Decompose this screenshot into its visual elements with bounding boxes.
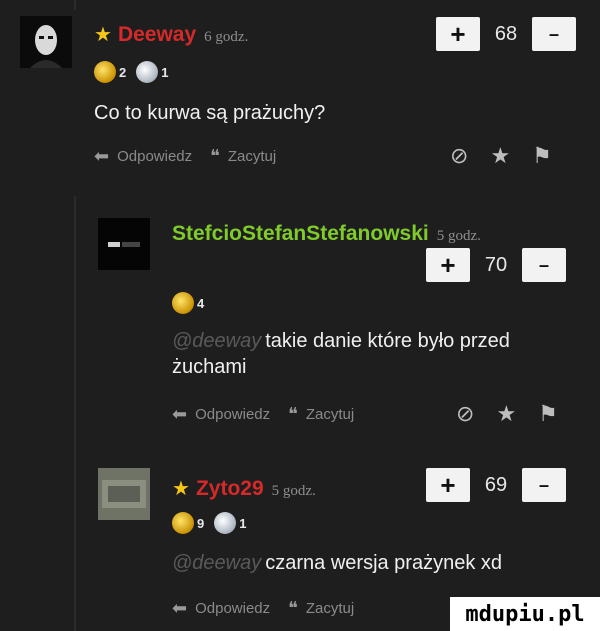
gold-badge: 4 xyxy=(172,292,204,314)
gold-medal-icon xyxy=(172,512,194,534)
upvote-button[interactable]: + xyxy=(426,468,470,502)
timestamp: 6 godz. xyxy=(204,29,249,45)
quote-icon: ❝ xyxy=(288,598,298,618)
comment: StefcioStefanStefanowski 5 godz. + 70 – … xyxy=(0,200,600,440)
silver-badge: 1 xyxy=(136,61,168,83)
comment-header: ★ Zyto29 5 godz. xyxy=(172,476,316,501)
flag-icon[interactable]: ⚑ xyxy=(538,401,558,427)
quote-button[interactable]: ❝ Zacytuj xyxy=(210,146,276,167)
gold-badge: 9 xyxy=(172,512,204,534)
silver-medal-icon xyxy=(214,512,237,534)
reply-button[interactable]: ⬅ Odpowiedz xyxy=(172,404,270,425)
badge-list: 9 1 xyxy=(172,512,256,534)
author-name[interactable]: Zyto29 xyxy=(196,477,264,501)
comment: ★ Deeway 6 godz. + 68 – 2 1 Co to kurwa … xyxy=(0,0,600,200)
vote-control: + 70 – xyxy=(426,248,566,282)
author-name[interactable]: Deeway xyxy=(118,23,196,47)
reply-arrow-icon: ⬅ xyxy=(94,146,110,166)
block-icon[interactable]: ⊘ xyxy=(450,143,468,169)
author-name[interactable]: StefcioStefanStefanowski xyxy=(172,222,429,246)
block-icon[interactable]: ⊘ xyxy=(456,401,474,427)
vote-count: 70 xyxy=(484,253,508,276)
mention[interactable]: @deeway xyxy=(172,330,261,352)
avatar[interactable] xyxy=(20,16,72,68)
silver-badge: 1 xyxy=(214,512,246,534)
vote-control: + 69 – xyxy=(426,468,566,502)
star-icon[interactable]: ★ xyxy=(490,143,510,169)
star-icon: ★ xyxy=(172,478,190,500)
watermark: mdupiu.pl xyxy=(450,597,600,631)
comment-text: @deeway takie danie które było przed żuch… xyxy=(172,330,510,378)
downvote-button[interactable]: – xyxy=(522,468,566,502)
gold-medal-icon xyxy=(172,292,194,314)
timestamp: 5 godz. xyxy=(436,228,481,244)
comment-actions: ⬅ Odpowiedz ❝ Zacytuj xyxy=(94,146,294,167)
mention[interactable]: @deeway xyxy=(172,552,261,574)
avatar[interactable] xyxy=(98,218,150,270)
reply-button[interactable]: ⬅ Odpowiedz xyxy=(172,598,270,619)
comment-actions: ⬅ Odpowiedz ❝ Zacytuj xyxy=(172,404,372,425)
star-icon[interactable]: ★ xyxy=(496,401,516,427)
vote-control: + 68 – xyxy=(436,17,576,51)
avatar[interactable] xyxy=(98,468,150,520)
comment-actions: ⬅ Odpowiedz ❝ Zacytuj xyxy=(172,598,372,619)
reply-arrow-icon: ⬅ xyxy=(172,404,188,424)
upvote-button[interactable]: + xyxy=(426,248,470,282)
upvote-button[interactable]: + xyxy=(436,17,480,51)
badge-list: 2 1 xyxy=(94,61,178,83)
reply-arrow-icon: ⬅ xyxy=(172,598,188,618)
comment-text: @deeway czarna wersja prażynek xd xyxy=(172,552,503,574)
comment-header: StefcioStefanStefanowski 5 godz. xyxy=(172,222,481,246)
downvote-button[interactable]: – xyxy=(522,248,566,282)
quote-button[interactable]: ❝ Zacytuj xyxy=(288,598,354,619)
quote-icon: ❝ xyxy=(210,146,220,166)
comment-tools: ⊘ ★ ⚑ xyxy=(456,401,580,427)
silver-medal-icon xyxy=(136,61,159,83)
timestamp: 5 godz. xyxy=(271,483,316,499)
reply-button[interactable]: ⬅ Odpowiedz xyxy=(94,146,192,167)
vote-count: 69 xyxy=(484,473,508,496)
star-icon: ★ xyxy=(94,24,112,46)
comment-header: ★ Deeway 6 godz. xyxy=(94,22,248,47)
comment-text: Co to kurwa są prażuchy? xyxy=(94,102,326,124)
badge-list: 4 xyxy=(172,292,214,314)
comment-tools: ⊘ ★ ⚑ xyxy=(450,143,574,169)
flag-icon[interactable]: ⚑ xyxy=(532,143,552,169)
quote-icon: ❝ xyxy=(288,404,298,424)
gold-badge: 2 xyxy=(94,61,126,83)
vote-count: 68 xyxy=(494,22,518,45)
downvote-button[interactable]: – xyxy=(532,17,576,51)
gold-medal-icon xyxy=(94,61,116,83)
quote-button[interactable]: ❝ Zacytuj xyxy=(288,404,354,425)
